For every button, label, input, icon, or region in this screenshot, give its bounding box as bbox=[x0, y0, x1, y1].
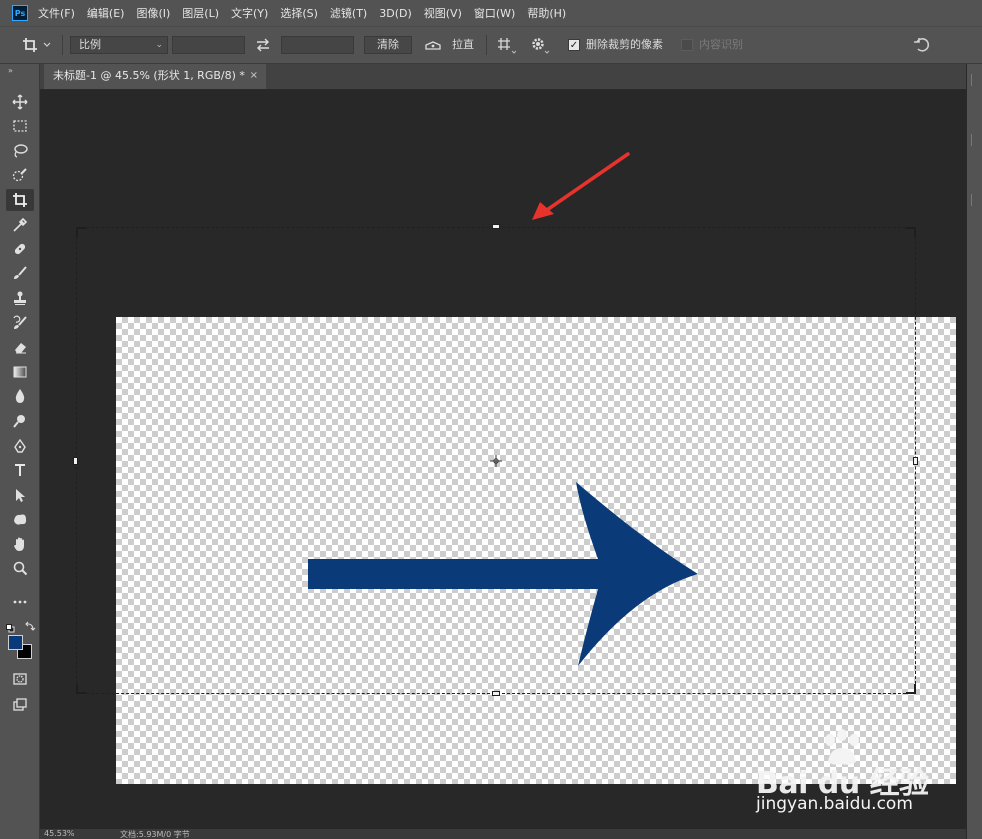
chevron-down-icon: ⌄ bbox=[155, 40, 163, 50]
menu-filter[interactable]: 滤镜(T) bbox=[330, 5, 367, 21]
crop-center-icon bbox=[490, 455, 502, 467]
content-aware-label[interactable]: 内容识别 bbox=[699, 36, 743, 54]
crop-edge-handle[interactable] bbox=[492, 691, 500, 696]
zoom-tool-icon[interactable] bbox=[6, 557, 34, 579]
foreground-color-swatch[interactable] bbox=[8, 635, 23, 650]
overlay-grid-icon[interactable] bbox=[496, 36, 517, 54]
crop-edge-handle[interactable] bbox=[913, 457, 918, 465]
pen-tool-icon[interactable] bbox=[6, 435, 34, 457]
path-selection-tool-icon[interactable] bbox=[6, 484, 34, 506]
hand-tool-icon[interactable] bbox=[6, 533, 34, 555]
type-tool-icon[interactable] bbox=[6, 459, 34, 481]
height-field[interactable] bbox=[281, 36, 354, 54]
healing-brush-tool-icon[interactable] bbox=[6, 238, 34, 260]
crop-edge-handle[interactable] bbox=[73, 457, 78, 465]
swap-dimensions-icon[interactable] bbox=[255, 36, 271, 54]
custom-shape-tool-icon[interactable] bbox=[6, 508, 34, 530]
menu-view[interactable]: 视图(V) bbox=[424, 5, 462, 21]
straighten-icon[interactable] bbox=[424, 36, 442, 54]
crop-edge-handle[interactable] bbox=[492, 224, 500, 229]
menu-type[interactable]: 文字(Y) bbox=[231, 5, 268, 21]
crop-corner-handle[interactable] bbox=[76, 684, 86, 694]
menu-image[interactable]: 图像(I) bbox=[136, 5, 170, 21]
clear-button[interactable]: 清除 bbox=[364, 36, 412, 54]
options-bar: 比例 ⌄ 清除 拉直 ✓ 删除裁剪的像素 内容识别 bbox=[0, 26, 982, 64]
menu-file[interactable]: 文件(F) bbox=[38, 5, 75, 21]
photoshop-logo: Ps bbox=[12, 5, 28, 21]
eraser-tool-icon[interactable] bbox=[6, 336, 34, 358]
swap-colors-icon[interactable] bbox=[24, 617, 36, 631]
document-tab-bar: 未标题-1 @ 45.5% (形状 1, RGB/8) * × bbox=[40, 64, 966, 90]
width-field[interactable] bbox=[172, 36, 245, 54]
zoom-level[interactable]: 45.53% bbox=[44, 829, 75, 838]
default-colors-icon[interactable] bbox=[6, 618, 15, 633]
tool-preset-picker[interactable] bbox=[22, 36, 56, 54]
move-tool-icon[interactable] bbox=[6, 91, 34, 113]
gear-icon[interactable] bbox=[530, 36, 550, 54]
annotation-arrow bbox=[532, 152, 630, 220]
crop-corner-handle[interactable] bbox=[906, 227, 916, 237]
lasso-tool-icon[interactable] bbox=[6, 140, 34, 162]
document-tab[interactable]: 未标题-1 @ 45.5% (形状 1, RGB/8) * × bbox=[44, 64, 266, 89]
quick-selection-tool-icon[interactable] bbox=[6, 164, 34, 186]
collapse-arrows-icon[interactable]: » bbox=[8, 66, 13, 75]
tools-panel: » bbox=[0, 64, 40, 839]
eyedropper-tool-icon[interactable] bbox=[6, 214, 34, 236]
delete-cropped-label[interactable]: 删除裁剪的像素 bbox=[586, 36, 663, 54]
menu-edit[interactable]: 编辑(E) bbox=[87, 5, 125, 21]
content-aware-checkbox[interactable] bbox=[681, 39, 693, 51]
separator bbox=[486, 35, 487, 55]
panel-toggle[interactable] bbox=[971, 194, 982, 206]
straighten-label[interactable]: 拉直 bbox=[452, 36, 474, 54]
ratio-select-value: 比例 bbox=[79, 38, 101, 51]
menu-layer[interactable]: 图层(L) bbox=[182, 5, 219, 21]
separator bbox=[62, 35, 63, 55]
status-bar: 45.53% 文档:5.93M/0 字节 bbox=[40, 829, 966, 839]
arrow-shape-layer[interactable] bbox=[306, 482, 700, 668]
clone-stamp-tool-icon[interactable] bbox=[6, 287, 34, 309]
marquee-tool-icon[interactable] bbox=[6, 115, 34, 137]
menu-3d[interactable]: 3D(D) bbox=[379, 7, 412, 20]
crop-tool-icon[interactable] bbox=[6, 189, 34, 211]
menu-help[interactable]: 帮助(H) bbox=[527, 5, 566, 21]
gradient-tool-icon[interactable] bbox=[6, 361, 34, 383]
delete-cropped-checkbox[interactable]: ✓ bbox=[568, 39, 580, 51]
canvas-workspace[interactable] bbox=[40, 90, 966, 835]
brush-tool-icon[interactable] bbox=[6, 262, 34, 284]
close-icon[interactable]: × bbox=[250, 64, 258, 88]
menu-window[interactable]: 窗口(W) bbox=[474, 5, 515, 21]
dodge-tool-icon[interactable] bbox=[6, 410, 34, 432]
more-tools-icon[interactable] bbox=[6, 591, 34, 613]
reset-icon[interactable] bbox=[913, 36, 931, 54]
crop-tool-icon bbox=[23, 38, 51, 52]
ratio-select[interactable]: 比例 ⌄ bbox=[70, 36, 168, 54]
history-brush-tool-icon[interactable] bbox=[6, 312, 34, 334]
panel-toggle[interactable] bbox=[971, 134, 982, 146]
panel-toggle[interactable] bbox=[971, 74, 982, 86]
document-info: 文档:5.93M/0 字节 bbox=[120, 830, 190, 839]
right-panel-dock bbox=[966, 64, 982, 839]
document-tab-title: 未标题-1 @ 45.5% (形状 1, RGB/8) * bbox=[53, 69, 245, 82]
blur-tool-icon[interactable] bbox=[6, 385, 34, 407]
quick-mask-icon[interactable] bbox=[6, 668, 34, 690]
crop-corner-handle[interactable] bbox=[76, 227, 86, 237]
menu-bar: Ps 文件(F) 编辑(E) 图像(I) 图层(L) 文字(Y) 选择(S) 滤… bbox=[0, 0, 982, 26]
menu-select[interactable]: 选择(S) bbox=[280, 5, 318, 21]
crop-corner-handle[interactable] bbox=[906, 684, 916, 694]
screen-mode-icon[interactable] bbox=[6, 694, 34, 716]
